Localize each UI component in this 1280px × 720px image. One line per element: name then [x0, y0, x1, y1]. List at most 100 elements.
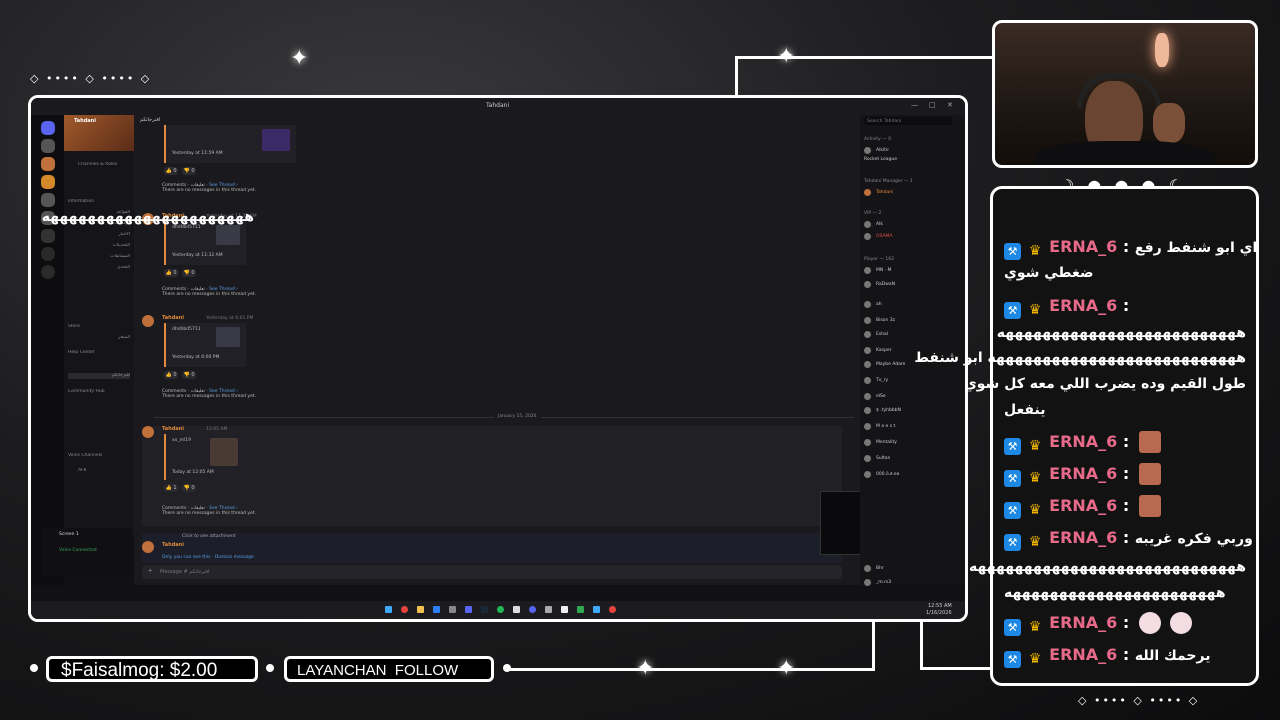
sidebar-item-channel[interactable]: المسابقات: [68, 254, 130, 260]
reaction-thumbs-up[interactable]: 👍 0: [164, 167, 178, 175]
ephemeral-text[interactable]: Click to see attachment: [182, 534, 236, 539]
member-item[interactable]: MN · M: [864, 267, 954, 275]
chat-username[interactable]: ERNA_6: [1049, 237, 1117, 256]
member-item[interactable]: OSAMA: [864, 233, 954, 241]
message-author[interactable]: Tahdani: [162, 426, 184, 432]
discord-home-icon[interactable]: [41, 121, 55, 135]
add-server-icon[interactable]: [41, 247, 55, 261]
face-emote-icon: [1138, 463, 1161, 485]
chat-line: ههههههههههههههههههههههه: [41, 209, 254, 225]
server-name[interactable]: Tahdani: [74, 118, 96, 124]
member-item[interactable]: Bison 3z: [864, 317, 954, 325]
chat-username[interactable]: ERNA_6: [1049, 296, 1117, 315]
decor-line: [920, 667, 992, 670]
sidebar-item-channel[interactable]: التحديثات: [68, 243, 130, 249]
sidebar-item-channels-roles[interactable]: Channels & Roles: [78, 162, 140, 168]
chat-username[interactable]: ERNA_6: [1049, 645, 1117, 664]
embed-image[interactable]: [262, 129, 290, 151]
chat-username[interactable]: ERNA_6: [1049, 496, 1117, 515]
member-item[interactable]: Alkitir: [864, 147, 954, 155]
member-item[interactable]: Tahdani: [864, 189, 954, 197]
reaction-thumbs-up[interactable]: 👍 1: [164, 484, 178, 492]
taskbar-clock[interactable]: 12:55 AM: [928, 603, 952, 609]
chrome-icon[interactable]: [609, 606, 616, 613]
thread-preview[interactable]: Comments · تعليقات · See Thread › There …: [162, 506, 256, 516]
crown-badge-icon: ♛: [1028, 438, 1042, 454]
app-icon[interactable]: [593, 606, 600, 613]
sidebar-item-channel[interactable]: التحدي: [68, 265, 130, 271]
member-item[interactable]: Bhr: [864, 565, 954, 573]
explore-icon[interactable]: [41, 265, 55, 279]
app-icon[interactable]: [465, 606, 472, 613]
avatar[interactable]: [142, 426, 154, 438]
chat-username[interactable]: ERNA_6: [1049, 528, 1117, 547]
reaction-thumbs-down[interactable]: 👎 0: [182, 269, 196, 277]
moderator-badge-icon: ⚒: [1004, 502, 1021, 519]
reaction-thumbs-up[interactable]: 👍 0: [164, 371, 178, 379]
sidebar-item-channel[interactable]: المتجر: [68, 335, 130, 341]
windows-start-icon[interactable]: [385, 606, 392, 613]
message-author[interactable]: Tahdani: [162, 315, 184, 321]
embed-image[interactable]: [216, 327, 240, 347]
reaction-thumbs-up[interactable]: 👍 0: [164, 269, 178, 277]
app-icon[interactable]: [433, 606, 440, 613]
server-icon[interactable]: [41, 157, 55, 171]
member-item[interactable]: ah: [864, 301, 954, 309]
chat-username[interactable]: ERNA_6: [1049, 613, 1117, 632]
app-icon[interactable]: [449, 606, 456, 613]
sidebar-category[interactable]: Community Hub: [68, 389, 130, 395]
member-item[interactable]: M a e s t: [864, 423, 954, 431]
reaction-thumbs-down[interactable]: 👎 0: [182, 484, 196, 492]
member-item[interactable]: 000.ö.∂.ea: [864, 471, 954, 479]
add-attachment-icon[interactable]: +: [148, 568, 152, 574]
server-icon[interactable]: [41, 139, 55, 153]
member-item[interactable]: $ .tyhbbbN: [864, 407, 954, 415]
member-item[interactable]: Sultan: [864, 455, 954, 463]
ephemeral-note[interactable]: Only you can see this · Dismiss message: [162, 555, 254, 560]
member-item[interactable]: Tx_ry: [864, 377, 954, 385]
steam-icon[interactable]: [481, 606, 488, 613]
thread-preview[interactable]: Comments · تعليقات · See Thread › There …: [162, 183, 256, 193]
avatar[interactable]: [142, 541, 154, 553]
chrome-icon[interactable]: [401, 606, 408, 613]
member-item[interactable]: RaDwaN: [864, 281, 954, 289]
crown-badge-icon: ♛: [1028, 534, 1042, 550]
chat-username[interactable]: ERNA_6: [1049, 432, 1117, 451]
sidebar-category[interactable]: Store: [68, 324, 130, 330]
file-explorer-icon[interactable]: [417, 606, 424, 613]
reaction-thumbs-down[interactable]: 👎 0: [182, 167, 196, 175]
app-icon[interactable]: [577, 606, 584, 613]
maximize-icon[interactable]: □: [929, 101, 936, 109]
server-icon[interactable]: [41, 229, 55, 243]
app-icon[interactable]: [513, 606, 520, 613]
search-input[interactable]: Search Tahdani: [864, 117, 952, 125]
spotify-icon[interactable]: [497, 606, 504, 613]
member-item[interactable]: _m.rs3: [864, 579, 954, 587]
member-item[interactable]: Alk: [864, 221, 954, 229]
app-icon[interactable]: [545, 606, 552, 613]
close-icon[interactable]: ✕: [947, 101, 953, 109]
server-icon[interactable]: [41, 175, 55, 189]
member-item[interactable]: Mentality: [864, 439, 954, 447]
sidebar-item-afk[interactable]: AFK: [78, 468, 140, 474]
latest-tip-text: $Faisalmog: $2.00: [61, 660, 218, 681]
app-icon[interactable]: [561, 606, 568, 613]
message-input[interactable]: + Message # اقترحاتكم: [142, 565, 842, 579]
minimize-icon[interactable]: —: [911, 101, 918, 109]
screen-share-label[interactable]: Screen 1: [59, 532, 79, 537]
discord-icon[interactable]: [529, 606, 536, 613]
taskbar-date[interactable]: 1/16/2026: [926, 610, 952, 616]
sidebar-item-channel[interactable]: الأخبار: [68, 232, 130, 238]
thread-preview[interactable]: Comments · تعليقات · See Thread › There …: [162, 389, 256, 399]
chat-username[interactable]: ERNA_6: [1049, 464, 1117, 483]
embed-image[interactable]: [210, 438, 238, 466]
sidebar-category[interactable]: Help Center: [68, 350, 130, 356]
reaction-thumbs-down[interactable]: 👎 0: [182, 371, 196, 379]
member-item[interactable]: Eshal: [864, 331, 954, 339]
thread-preview[interactable]: Comments · تعليقات · See Thread › There …: [162, 287, 256, 297]
sidebar-item-channel-active[interactable]: اقترحاتكم: [68, 373, 130, 379]
sidebar-category[interactable]: Voice Channels: [68, 453, 130, 459]
message-author[interactable]: Tahdani: [162, 542, 184, 548]
member-item[interactable]: elSe: [864, 393, 954, 401]
avatar[interactable]: [142, 315, 154, 327]
